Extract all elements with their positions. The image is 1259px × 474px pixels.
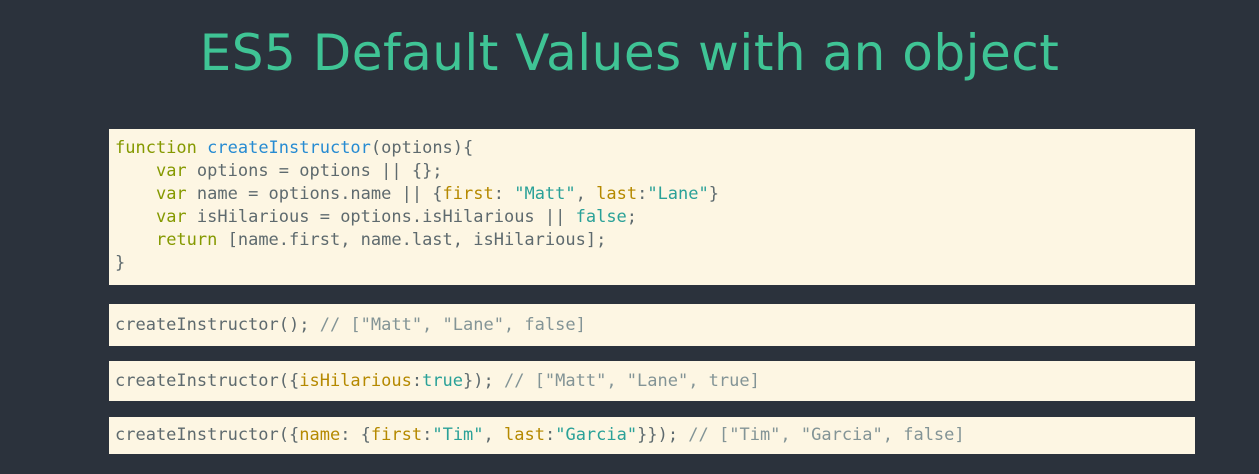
- call-text: createInstructor();: [115, 315, 310, 335]
- code-text: ,: [575, 184, 597, 204]
- code-text: }: [115, 253, 126, 273]
- function-name: createInstructor: [207, 138, 371, 158]
- call-text: :: [544, 425, 556, 445]
- call-text: ,: [483, 425, 505, 445]
- code-text: :: [493, 184, 515, 204]
- example-call-2: createInstructor({isHilarious:true}); //…: [109, 361, 1195, 401]
- keyword-var: var: [155, 161, 187, 181]
- boolean-literal: true: [422, 371, 464, 391]
- call-text: :: [422, 425, 433, 445]
- code-text: name = options.name || {: [186, 184, 443, 204]
- code-text: ;: [626, 207, 638, 227]
- property-key: last: [596, 184, 638, 204]
- call-text: });: [463, 371, 494, 391]
- property-key: name: [299, 425, 341, 445]
- property-key: last: [504, 425, 545, 445]
- call-text: createInstructor({: [115, 425, 300, 445]
- code-text: (options){: [370, 138, 474, 158]
- function-code-block: function createInstructor(options){ var …: [109, 129, 1195, 285]
- code-line-6: }: [115, 252, 1189, 275]
- example-call-1: createInstructor(); // ["Matt", "Lane", …: [109, 304, 1195, 346]
- code-line-2: var options = options || {};: [115, 160, 1189, 183]
- boolean-literal: false: [575, 207, 627, 227]
- code-line-1: function createInstructor(options){: [115, 137, 1189, 160]
- property-key: isHilarious: [299, 371, 412, 391]
- string-literal: "Matt": [514, 184, 576, 204]
- string-literal: "Lane": [647, 184, 709, 204]
- string-literal: "Garcia": [555, 425, 638, 445]
- code-text: options = options || {};: [186, 161, 443, 181]
- call-text: createInstructor({: [115, 371, 300, 391]
- code-text: [name.first, name.last, isHilarious];: [217, 230, 607, 250]
- example-call-3: createInstructor({name: {first:"Tim", la…: [109, 417, 1195, 454]
- code-line-3: var name = options.name || {first: "Matt…: [115, 183, 1189, 206]
- code-line-5: return [name.first, name.last, isHilario…: [115, 229, 1189, 252]
- keyword-return: return: [155, 230, 218, 250]
- slide-title: ES5 Default Values with an object: [199, 24, 1060, 82]
- string-literal: "Tim": [432, 425, 484, 445]
- call-text: }});: [637, 425, 679, 445]
- code-text: isHilarious = options.isHilarious ||: [186, 207, 576, 227]
- code-text: :: [637, 184, 648, 204]
- keyword-function: function: [115, 138, 197, 158]
- code-line-4: var isHilarious = options.isHilarious ||…: [115, 206, 1189, 229]
- property-key: first: [370, 425, 423, 445]
- code-text: }: [708, 184, 719, 204]
- result-comment: // ["Tim", "Garcia", false]: [678, 425, 965, 445]
- keyword-var: var: [155, 207, 187, 227]
- property-key: first: [442, 184, 494, 204]
- result-comment: // ["Matt", "Lane", false]: [309, 315, 586, 335]
- keyword-var: var: [155, 184, 187, 204]
- call-text: :: [411, 371, 423, 391]
- result-comment: // ["Matt", "Lane", true]: [493, 371, 760, 391]
- call-text: : {: [340, 425, 371, 445]
